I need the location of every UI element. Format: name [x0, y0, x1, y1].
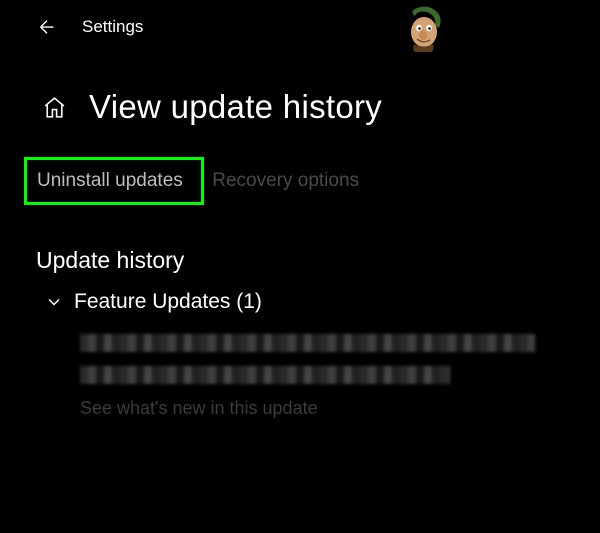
page-title: View update history: [89, 88, 382, 126]
feature-updates-label: Feature Updates (1): [74, 290, 262, 314]
back-arrow-icon[interactable]: [36, 16, 58, 38]
redacted-line: [80, 366, 450, 384]
recovery-options-link[interactable]: Recovery options: [208, 160, 365, 202]
feature-updates-toggle[interactable]: Feature Updates (1): [0, 288, 600, 314]
redacted-line: [80, 334, 535, 352]
header-title: Settings: [82, 17, 143, 37]
uninstall-updates-highlight: Uninstall updates: [24, 157, 204, 205]
chevron-down-icon: [44, 292, 64, 312]
uninstall-updates-link[interactable]: Uninstall updates: [37, 170, 183, 191]
avatar: [403, 6, 445, 54]
update-details: See what's new in this update: [0, 314, 600, 419]
see-whats-new-link[interactable]: See what's new in this update: [80, 398, 600, 419]
home-icon[interactable]: [42, 95, 67, 120]
section-heading: Update history: [0, 207, 600, 288]
